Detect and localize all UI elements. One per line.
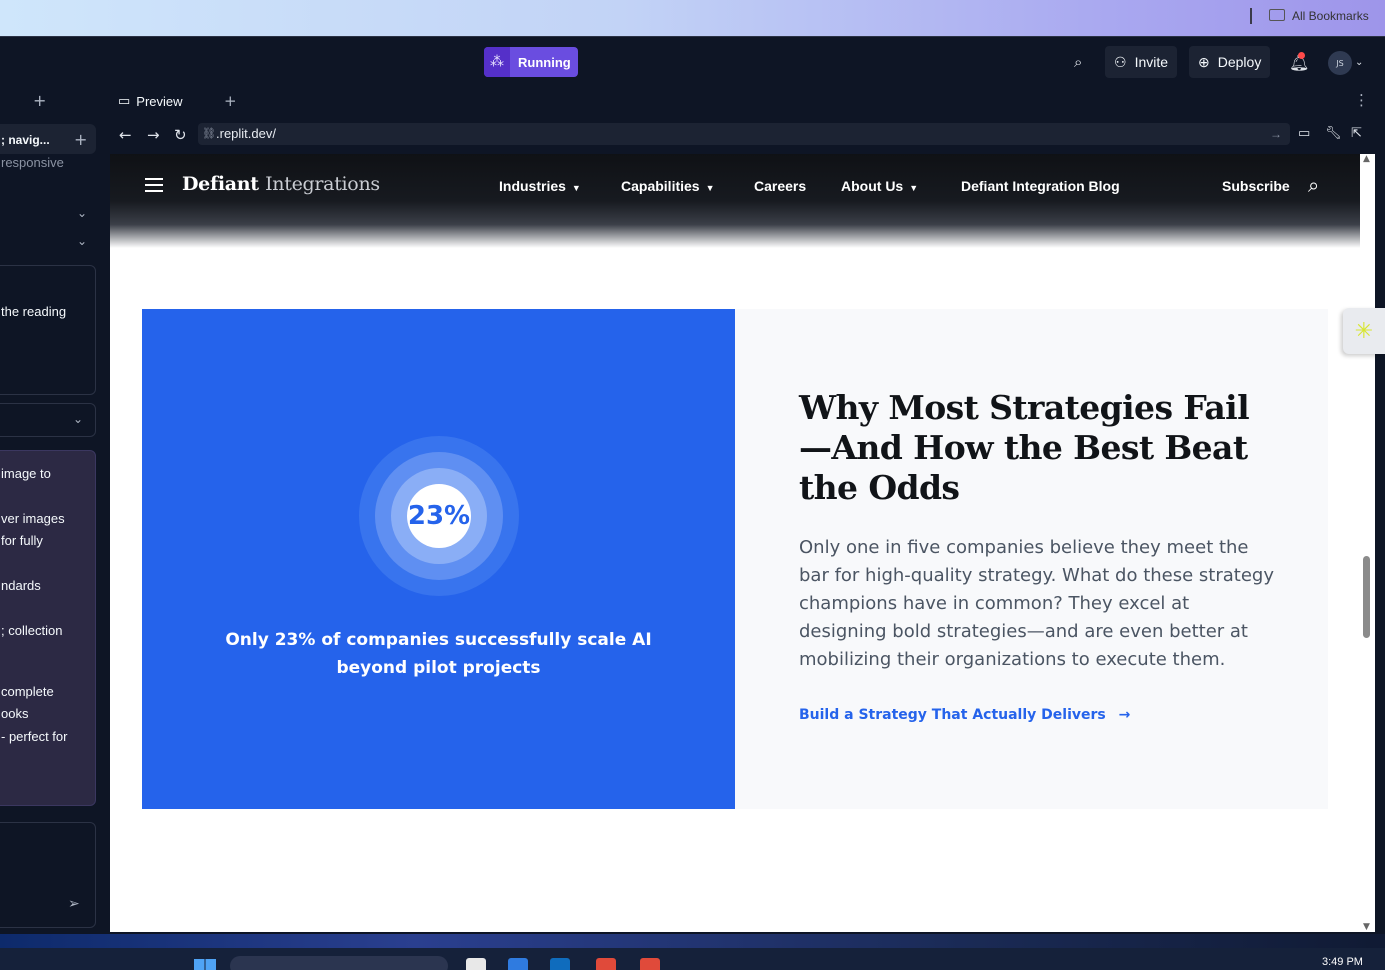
tab-preview[interactable]: ▭ Preview xyxy=(110,86,213,116)
devtools-icon[interactable]: ▭ xyxy=(1298,126,1310,141)
avatar[interactable]: JS xyxy=(1328,51,1352,75)
all-bookmarks-link[interactable]: All Bookmarks xyxy=(1292,9,1369,23)
deploy-icon: ⊕ xyxy=(1198,53,1210,70)
stat-caption: Only 23% of companies successfully scale… xyxy=(225,630,652,678)
bookmarks-separator xyxy=(1250,8,1252,24)
url-input[interactable]: ⛓ .replit.dev/ → xyxy=(198,123,1290,145)
scroll-down-icon[interactable]: ▼ xyxy=(1363,922,1370,932)
preview-url-row: ← → ↻ ⛓ .replit.dev/ → ▭ 🔧︎ ⇱ xyxy=(110,116,1385,154)
send-icon[interactable]: ➢ xyxy=(68,896,80,912)
chrome-icon[interactable] xyxy=(596,958,616,970)
tab-preview-label: Preview xyxy=(136,93,183,109)
logo-secondary: Integrations xyxy=(265,173,380,195)
chevron-down-icon: ▼ xyxy=(909,183,919,193)
panel-snippet: ooks xyxy=(1,706,29,721)
section-body: Only one in five companies believe they … xyxy=(799,537,1275,670)
preview-viewport: Defiant Integrations Industries ▼ Capabil… xyxy=(110,154,1375,932)
preview-scrollbar[interactable]: ▲ ▼ xyxy=(1360,154,1375,932)
site-logo[interactable]: Defiant Integrations xyxy=(182,173,380,195)
nav-about[interactable]: About Us ▼ xyxy=(841,178,918,194)
task-snippet: ; navig... xyxy=(1,133,50,147)
nav-blog[interactable]: Defiant Integration Blog xyxy=(961,178,1120,194)
section-heading: Why Most Strategies Fail—And How the Bes… xyxy=(799,388,1250,507)
chevron-down-icon[interactable]: ⌄ xyxy=(77,206,87,220)
cta-label: Build a Strategy That Actually Delivers xyxy=(799,707,1106,723)
stat-value: 23% xyxy=(407,484,471,548)
nav-capabilities-label: Capabilities xyxy=(621,178,700,194)
bookmarks-bar: All Bookmarks xyxy=(0,0,1385,36)
file-explorer-icon[interactable] xyxy=(466,958,486,970)
panel-snippet: ; collection xyxy=(1,623,63,638)
preview-tab-row: ▭ Preview + ⋮ xyxy=(110,86,1385,116)
os-taskbar: 3:49 PM xyxy=(0,934,1385,970)
arrow-right-icon: → xyxy=(1118,707,1131,723)
search-icon[interactable]: ⌕ xyxy=(1074,53,1082,71)
add-user-icon: ⚇ xyxy=(1114,53,1127,70)
open-external-icon[interactable]: ⇱ xyxy=(1351,126,1362,141)
more-options-icon[interactable]: ⋮ xyxy=(1354,91,1369,109)
back-arrow-icon[interactable]: ← xyxy=(119,126,132,144)
taskbar-clock: 3:49 PM xyxy=(1322,956,1363,968)
wrench-icon[interactable]: 🔧︎ xyxy=(1325,126,1342,141)
monitor-icon: ▭ xyxy=(118,93,131,108)
panel-snippet: ver images xyxy=(1,511,65,526)
deploy-label: Deploy xyxy=(1217,54,1262,70)
strategy-cta-link[interactable]: Build a Strategy That Actually Delivers … xyxy=(799,707,1130,723)
run-status-label: Running xyxy=(518,54,571,70)
go-arrow-icon[interactable]: → xyxy=(1270,123,1282,145)
folder-icon xyxy=(1269,9,1285,21)
message-card xyxy=(0,265,96,395)
deploy-button[interactable]: ⊕ Deploy xyxy=(1189,46,1271,78)
chevron-down-icon: ▼ xyxy=(571,183,581,193)
agent-panel: + ; navig... + responsive ⌄ ⌄ the readin… xyxy=(0,86,105,934)
taskbar-search[interactable] xyxy=(230,956,448,970)
chevron-down-icon: ▼ xyxy=(705,183,715,193)
panel-snippet: the reading xyxy=(1,304,67,319)
nav-about-label: About Us xyxy=(841,178,904,194)
link-icon: ⛓ xyxy=(202,128,216,140)
nav-industries-label: Industries xyxy=(499,178,566,194)
strategy-card: Why Most Strategies Fail—And How the Bes… xyxy=(735,309,1328,809)
search-icon[interactable]: ⌕ xyxy=(1308,173,1319,197)
url-text: .replit.dev/ xyxy=(216,126,276,141)
invite-label: Invite xyxy=(1134,54,1169,70)
hamburger-menu-icon[interactable] xyxy=(145,178,163,192)
scroll-up-icon[interactable]: ▲ xyxy=(1363,154,1370,164)
assistant-widget-icon[interactable]: ✳ xyxy=(1343,308,1385,354)
nav-industries[interactable]: Industries ▼ xyxy=(499,178,581,194)
scroll-thumb[interactable] xyxy=(1363,556,1370,638)
nav-subscribe[interactable]: Subscribe xyxy=(1222,178,1290,194)
chrome-icon[interactable] xyxy=(640,958,660,970)
panel-snippet: complete xyxy=(1,684,54,699)
panel-snippet: ndards xyxy=(1,578,41,593)
workspace-topbar: ⁂ Running ⌕ ⚇ Invite ⊕ Deploy 🔔︎ JS ⌄ xyxy=(0,36,1385,86)
add-icon[interactable]: + xyxy=(74,130,87,149)
nav-capabilities[interactable]: Capabilities ▼ xyxy=(621,178,715,194)
panel-snippet: - perfect for xyxy=(1,729,68,744)
stat-card: 23% Only 23% of companies successfully s… xyxy=(142,309,735,809)
chat-input[interactable] xyxy=(0,822,96,928)
notification-dot xyxy=(1298,52,1305,59)
logo-main: Defiant xyxy=(182,173,259,195)
panel-snippet: responsive xyxy=(1,155,64,170)
new-tab-plus-icon[interactable]: + xyxy=(33,91,46,110)
wallpaper-strip xyxy=(0,934,1385,948)
invite-button[interactable]: ⚇ Invite xyxy=(1105,46,1178,78)
reload-icon[interactable]: ↻ xyxy=(174,126,187,144)
outlook-icon[interactable] xyxy=(550,958,570,970)
chevron-down-icon[interactable]: ⌄ xyxy=(1355,57,1363,68)
panel-snippet: for fully xyxy=(1,533,43,548)
run-icon: ⁂ xyxy=(484,47,510,77)
nav-careers[interactable]: Careers xyxy=(754,178,806,194)
new-tab-plus-icon[interactable]: + xyxy=(224,92,237,110)
chevron-down-icon[interactable]: ⌄ xyxy=(77,234,87,248)
app-icon[interactable] xyxy=(508,958,528,970)
panel-snippet: image to xyxy=(1,466,51,481)
run-status-button[interactable]: ⁂ Running xyxy=(484,47,578,77)
windows-start-icon[interactable] xyxy=(194,959,216,970)
chevron-down-icon[interactable]: ⌄ xyxy=(73,412,83,426)
forward-arrow-icon[interactable]: → xyxy=(147,126,160,144)
site-header: Defiant Integrations Industries ▼ Capabil… xyxy=(110,154,1360,248)
